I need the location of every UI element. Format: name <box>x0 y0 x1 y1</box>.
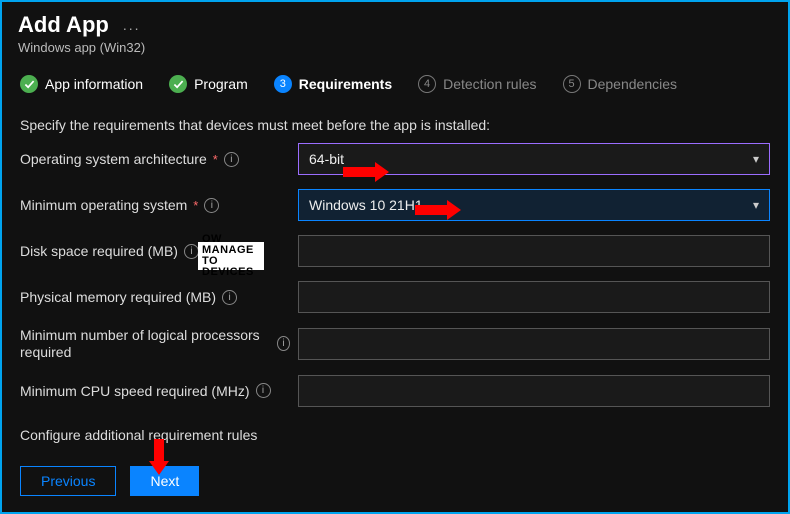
previous-button[interactable]: Previous <box>20 466 116 496</box>
tab-label: App information <box>45 76 143 92</box>
tab-label: Dependencies <box>588 76 678 92</box>
tab-requirements[interactable]: 3 Requirements <box>274 75 392 93</box>
check-icon <box>20 75 38 93</box>
additional-rules-label: Configure additional requirement rules <box>2 421 788 443</box>
minos-value: Windows 10 21H1 <box>309 197 423 213</box>
info-icon[interactable]: i <box>222 290 237 305</box>
header: Add App ... Windows app (Win32) <box>2 2 788 59</box>
minos-label: Minimum operating system <box>20 197 187 213</box>
cpuspeed-input[interactable] <box>298 375 770 407</box>
requirements-form: Operating system architecture * i 64-bit… <box>2 143 788 407</box>
arch-dropdown[interactable]: 64-bit ▾ <box>298 143 770 175</box>
section-description: Specify the requirements that devices mu… <box>2 103 788 143</box>
tab-dependencies[interactable]: 5 Dependencies <box>563 75 678 93</box>
mem-input[interactable] <box>298 281 770 313</box>
info-icon[interactable]: i <box>224 152 239 167</box>
required-icon: * <box>193 198 198 213</box>
wizard-footer: Previous Next <box>20 466 199 496</box>
step-number-icon: 4 <box>418 75 436 93</box>
disk-label: Disk space required (MB) <box>20 243 178 259</box>
wizard-tabs: App information Program 3 Requirements 4… <box>2 59 788 103</box>
tab-label: Detection rules <box>443 76 536 92</box>
cpucount-label: Minimum number of logical processors req… <box>20 327 271 361</box>
tab-app-information[interactable]: App information <box>20 75 143 93</box>
page-title: Add App <box>18 12 109 38</box>
chevron-down-icon: ▾ <box>753 152 759 166</box>
more-icon[interactable]: ... <box>123 17 141 33</box>
next-button[interactable]: Next <box>130 466 199 496</box>
cpucount-input[interactable] <box>298 328 770 360</box>
info-icon[interactable]: i <box>277 336 290 351</box>
watermark: OW MANAGE TO DEVICES <box>198 242 264 270</box>
step-number-icon: 5 <box>563 75 581 93</box>
mem-label: Physical memory required (MB) <box>20 289 216 305</box>
disk-input[interactable] <box>298 235 770 267</box>
minos-dropdown[interactable]: Windows 10 21H1 ▾ <box>298 189 770 221</box>
required-icon: * <box>213 152 218 167</box>
arch-label: Operating system architecture <box>20 151 207 167</box>
info-icon[interactable]: i <box>184 244 199 259</box>
info-icon[interactable]: i <box>256 383 271 398</box>
tab-label: Requirements <box>299 76 392 92</box>
chevron-down-icon: ▾ <box>753 198 759 212</box>
info-icon[interactable]: i <box>204 198 219 213</box>
step-number-icon: 3 <box>274 75 292 93</box>
tab-label: Program <box>194 76 248 92</box>
tab-detection-rules[interactable]: 4 Detection rules <box>418 75 536 93</box>
cpuspeed-label: Minimum CPU speed required (MHz) <box>20 383 250 399</box>
check-icon <box>169 75 187 93</box>
tab-program[interactable]: Program <box>169 75 248 93</box>
page-subtitle: Windows app (Win32) <box>18 40 772 55</box>
arch-value: 64-bit <box>309 151 344 167</box>
